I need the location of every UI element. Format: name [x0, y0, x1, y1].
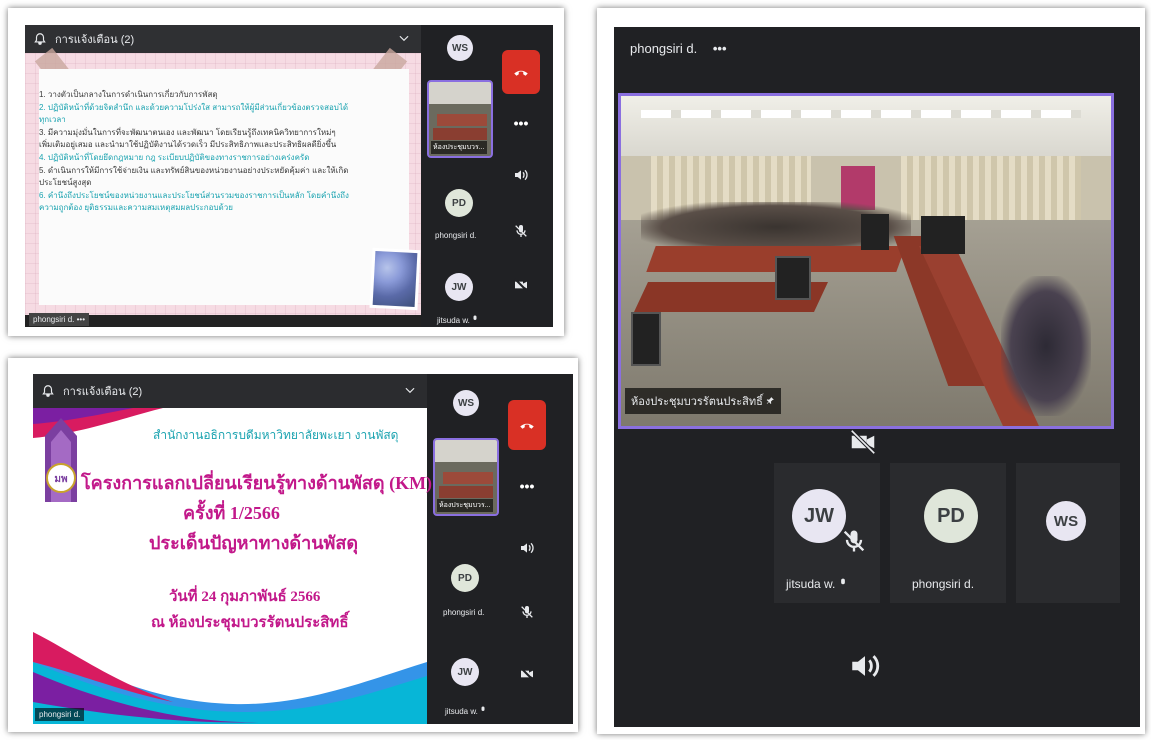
avatar-ws: WS — [1046, 501, 1086, 541]
participant-strip: WS ห้องประชุมบวร... PD phongsiri d. JW j… — [425, 25, 495, 327]
participant-name: jitsuda w. — [445, 706, 486, 716]
avatar-jw[interactable]: JW — [451, 658, 479, 686]
mic-off-icon — [473, 315, 477, 320]
end-call-button[interactable] — [501, 49, 541, 95]
room-label: ห้องประชุมบวรรัตนประสิทธิ์ — [625, 388, 781, 414]
mic-off-icon — [843, 530, 865, 552]
org-name: สำนักงานอธิการบดีมหาวิทยาลัยพะเยา งานพัส… — [153, 428, 399, 442]
slide-text: 1. วางตัวเป็นกลางในการดำเนินการเกี่ยวกับ… — [39, 89, 359, 215]
end-call-button[interactable] — [507, 400, 547, 450]
participant-name: phongsiri d. — [443, 608, 485, 617]
presentation-area: การแจ้งเตือน (2) มพ สำนักงานอธิการบดีมหา… — [33, 374, 432, 724]
notification-text: การแจ้งเตือน (2) — [63, 386, 143, 398]
slide-line: 4. ปฏิบัติหน้าที่โดยยึดกฎหมาย กฎ ระเบียบ… — [39, 152, 310, 162]
speaker-icon — [521, 542, 534, 554]
mic-button[interactable] — [507, 600, 547, 624]
chevron-down-icon[interactable] — [397, 31, 411, 45]
bell-icon — [42, 385, 54, 397]
participant-name: phongsiri d. — [912, 577, 975, 591]
slide-line: 5. ดำเนินการให้มีการใช้จ่ายเงิน และทรัพย… — [39, 165, 349, 175]
thumb-label: ห้องประชุมบวร... — [437, 499, 493, 512]
room-thumbnail[interactable]: ห้องประชุมบวร... — [433, 438, 499, 516]
participant-name: phongsiri d. — [435, 231, 477, 240]
avatar-jw[interactable]: JW — [445, 273, 473, 301]
notification-bar[interactable]: การแจ้งเตือน (2) — [25, 25, 421, 53]
room-thumbnail[interactable]: ห้องประชุมบวร... — [427, 80, 493, 158]
avatar-pd[interactable]: PD — [445, 189, 473, 217]
more-options-button[interactable]: ••• — [501, 113, 541, 133]
avatar-pd: PD — [924, 489, 978, 543]
slide-line: ประโยชน์สูงสุด — [39, 178, 92, 188]
meet-window: การแจ้งเตือน (2) มพ สำนักงานอธิการบดีมหา… — [33, 374, 573, 724]
camera-button[interactable] — [501, 273, 541, 297]
meet-window: การแจ้งเตือน (2) 1. วางตัวเป็นกลางในการด… — [25, 25, 553, 327]
slide-date: วันที่ 24 กุมภาพันธ์ 2566 — [169, 589, 321, 605]
speaker-button[interactable] — [507, 536, 547, 560]
speaker-icon[interactable] — [848, 649, 882, 683]
mic-off-icon — [481, 706, 485, 711]
thumb-label: ห้องประชุมบวร... — [431, 141, 487, 154]
room-video[interactable]: ห้องประชุมบวรรัตนประสิทธิ์ — [618, 93, 1114, 429]
more-options-button[interactable]: ••• — [507, 476, 547, 496]
screenshot-panel-slide-list: การแจ้งเตือน (2) 1. วางตัวเป็นกลางในการด… — [8, 8, 564, 336]
slide-line: เพิ่มเติมอยู่เสมอ และนำมาใช้ปฏิบัติงานได… — [39, 140, 337, 150]
avatar-pd[interactable]: PD — [451, 564, 479, 592]
participant-tile-jw[interactable]: JW jitsuda w. — [774, 463, 880, 603]
avatar-jw: JW — [792, 489, 846, 543]
screenshot-panel-room-view: phongsiri d. ••• ห้องประชุมบวรรัตนประสิท… — [597, 8, 1145, 734]
bell-icon — [34, 33, 46, 45]
hang-up-icon — [514, 70, 528, 76]
participant-tile-pd[interactable]: PD phongsiri d. — [890, 463, 1006, 603]
avatar-ws[interactable]: WS — [453, 390, 479, 416]
slide-title-1: โครงการแลกเปลี่ยนเรียนรู้ทางด้านพัสดุ (K… — [81, 473, 433, 493]
slide-line: ทุกเวลา — [39, 115, 66, 125]
camera-off-icon[interactable] — [848, 427, 878, 457]
notification-text: การแจ้งเตือน (2) — [55, 34, 135, 46]
speaker-button[interactable] — [501, 163, 541, 187]
speaker-icon — [515, 169, 528, 181]
slide-line: 1. วางตัวเป็นกลางในการดำเนินการเกี่ยวกับ… — [39, 90, 218, 99]
slide-line: 3. มีความมุ่งมั่นในการที่จะพัฒนาตนเอง แล… — [39, 127, 336, 137]
pin-icon[interactable] — [766, 396, 775, 405]
camera-off-icon — [514, 278, 528, 292]
slide-title-2: ครั้งที่ 1/2566 — [183, 503, 280, 523]
slide-line: ความถูกต้อง ยุติธรรมและความสมเหตุสมผลประ… — [39, 203, 233, 213]
mic-off-icon — [515, 225, 527, 237]
presentation-area: การแจ้งเตือน (2) 1. วางตัวเป็นกลางในการด… — [25, 25, 421, 327]
hydrangea-photo — [369, 247, 421, 311]
presenter-label: phongsiri d. ••• — [29, 313, 89, 326]
mic-off-icon — [521, 606, 533, 618]
decorative-wave-bottom — [33, 632, 427, 724]
top-name-tag: phongsiri d. ••• — [630, 41, 727, 56]
participant-strip: WS ห้องประชุมบวร... PD phongsiri d. JW j… — [431, 374, 501, 724]
slide-line: 6. คำนึงถึงประโยชน์ของหน่วยงานและประโยชน… — [39, 190, 349, 200]
slide-title-3: ประเด็นปัญหาทางด้านพัสดุ — [149, 533, 359, 553]
svg-text:มพ: มพ — [54, 474, 68, 485]
meet-window: phongsiri d. ••• ห้องประชุมบวรรัตนประสิท… — [614, 27, 1140, 727]
participant-name: jitsuda w. — [437, 315, 478, 325]
more-options-icon[interactable]: ••• — [713, 41, 727, 56]
participant-tile-ws[interactable]: WS — [1016, 463, 1120, 603]
notification-bar[interactable]: การแจ้งเตือน (2) — [33, 374, 427, 408]
camera-off-icon — [520, 667, 534, 681]
mic-button[interactable] — [501, 219, 541, 243]
chevron-down-icon[interactable] — [403, 383, 417, 397]
camera-button[interactable] — [507, 662, 547, 686]
slide-place: ณ ห้องประชุมบวรรัตนประสิทธิ์ — [151, 615, 349, 631]
avatar-ws[interactable]: WS — [447, 35, 473, 61]
participant-name: jitsuda w. — [786, 577, 847, 591]
university-logo: มพ — [39, 416, 83, 502]
screenshot-panel-title-slide: การแจ้งเตือน (2) มพ สำนักงานอธิการบดีมหา… — [8, 358, 578, 732]
mic-off-small-icon — [840, 578, 845, 585]
slide-line: 2. ปฏิบัติหน้าที่ด้วยจิตสำนึก และด้วยควา… — [39, 102, 349, 112]
hang-up-icon — [520, 423, 534, 429]
presenter-label: phongsiri d. — [35, 708, 85, 721]
slide: 1. วางตัวเป็นกลางในการดำเนินการเกี่ยวกับ… — [25, 47, 421, 315]
